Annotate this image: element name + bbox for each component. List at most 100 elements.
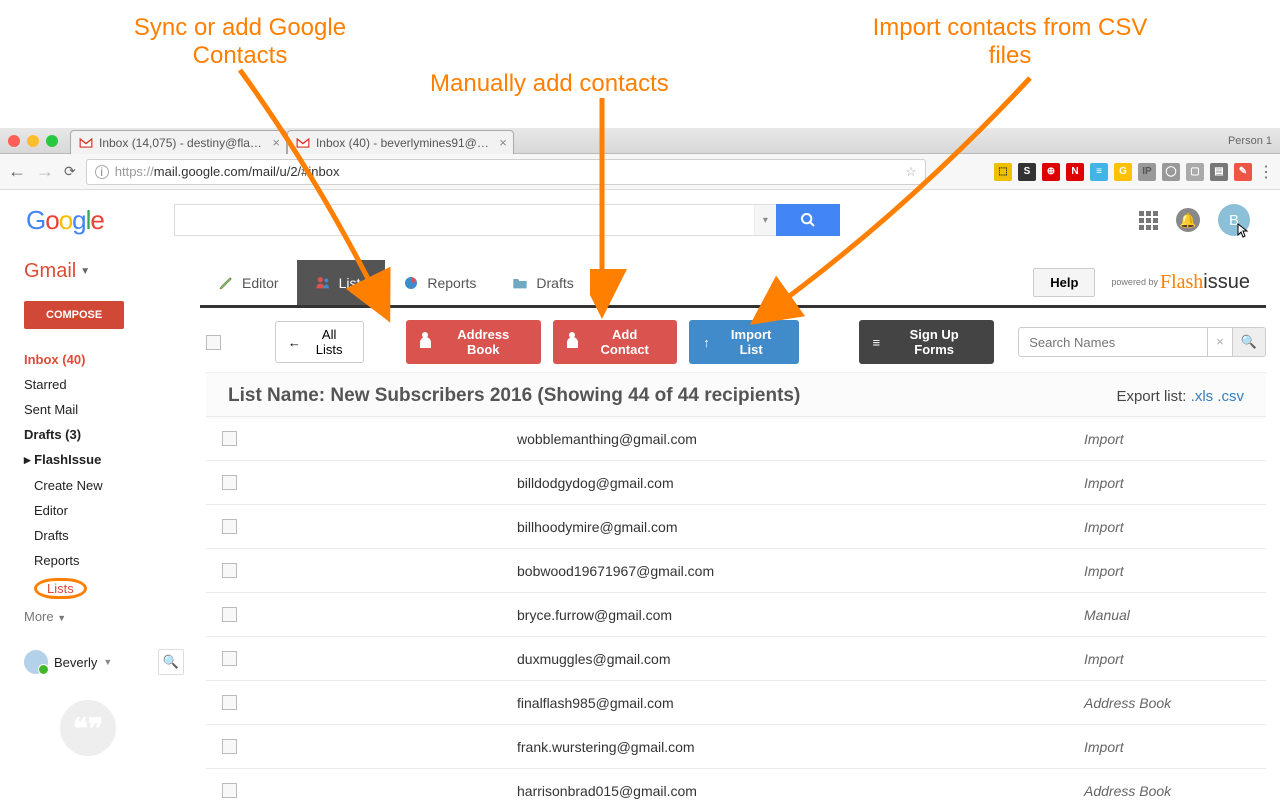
browser-menu-icon[interactable]: ⋮ [1258, 162, 1272, 182]
nav-starred[interactable]: Starred [24, 372, 184, 397]
row-checkbox[interactable] [222, 695, 237, 710]
notifications-icon[interactable]: 🔔 [1176, 208, 1200, 232]
nav-flashissue[interactable]: ▸ FlashIssue [24, 447, 184, 473]
bookmark-icon[interactable]: ☆ [905, 164, 917, 180]
google-header: Google ▾ 🔔 B [0, 190, 1270, 250]
nav-fi-lists[interactable]: Lists [34, 573, 184, 604]
tab-lists[interactable]: Lists [297, 260, 386, 305]
contact-source: Address Book [1084, 695, 1254, 711]
row-checkbox[interactable] [222, 651, 237, 666]
close-icon[interactable]: × [272, 135, 280, 150]
contact-source: Import [1084, 475, 1254, 491]
search-go[interactable]: 🔍 [1233, 327, 1266, 357]
import-list-button[interactable]: ↑Import List [689, 320, 798, 364]
browser-tab-2[interactable]: Inbox (40) - beverlymines91@… × [287, 130, 514, 154]
address-book-button[interactable]: Address Book [406, 320, 541, 364]
google-logo[interactable]: Google [26, 205, 104, 236]
search-clear[interactable]: × [1208, 327, 1233, 357]
compose-button[interactable]: COMPOSE [24, 301, 124, 329]
help-button[interactable]: Help [1033, 268, 1095, 297]
nav-inbox[interactable]: Inbox (40) [24, 347, 184, 372]
nav-fi-drafts[interactable]: Drafts [34, 523, 184, 548]
nav-fi-reports[interactable]: Reports [34, 548, 184, 573]
export-xls[interactable]: .xls [1191, 388, 1214, 405]
contact-row[interactable]: harrisonbrad015@gmail.com Address Book [206, 768, 1266, 812]
hangouts-bubble[interactable]: ❝❞ [60, 700, 116, 756]
row-checkbox[interactable] [222, 519, 237, 534]
contact-row[interactable]: duxmuggles@gmail.com Import [206, 636, 1266, 680]
tab-editor[interactable]: Editor [200, 260, 297, 305]
ext-icon[interactable]: ◯ [1162, 163, 1180, 181]
export-csv[interactable]: .csv [1217, 388, 1244, 405]
ext-icon[interactable]: G [1114, 163, 1132, 181]
all-lists-button[interactable]: ← All Lists [275, 321, 365, 363]
add-contact-button[interactable]: Add Contact [553, 320, 677, 364]
search-names-input[interactable] [1018, 327, 1208, 357]
hangouts-name[interactable]: Beverly [54, 655, 97, 670]
contact-row[interactable]: billdodgydog@gmail.com Import [206, 460, 1266, 504]
contact-row[interactable]: wobblemanthing@gmail.com Import [206, 416, 1266, 460]
hangouts-avatar[interactable] [24, 650, 48, 674]
browser-tab-1[interactable]: Inbox (14,075) - destiny@fla… × [70, 130, 287, 154]
pie-icon [403, 275, 419, 291]
mac-close[interactable] [8, 135, 20, 147]
contact-source: Import [1084, 739, 1254, 755]
mac-minimize[interactable] [27, 135, 39, 147]
ext-icon[interactable]: ✎ [1234, 163, 1252, 181]
contact-row[interactable]: bobwood19671967@gmail.com Import [206, 548, 1266, 592]
tab-strip: Inbox (14,075) - destiny@fla… × Inbox (4… [70, 128, 514, 154]
ext-icon[interactable]: ≡ [1090, 163, 1108, 181]
gmail-search-button[interactable] [776, 204, 840, 236]
ext-icon[interactable]: IP [1138, 163, 1156, 181]
select-all-checkbox[interactable] [206, 335, 221, 350]
account-avatar[interactable]: B [1218, 204, 1250, 236]
url-scheme: https:// [115, 164, 154, 179]
site-info-icon[interactable]: i [95, 165, 109, 179]
tab-drafts[interactable]: Drafts [494, 260, 591, 305]
export-list: Export list: .xls .csv [1116, 388, 1244, 405]
contact-row[interactable]: bryce.furrow@gmail.com Manual [206, 592, 1266, 636]
contact-row[interactable]: finalflash985@gmail.com Address Book [206, 680, 1266, 724]
row-checkbox[interactable] [222, 431, 237, 446]
tab-reports[interactable]: Reports [385, 260, 494, 305]
ext-icon[interactable]: ▤ [1210, 163, 1228, 181]
person-label[interactable]: Person 1 [1228, 135, 1272, 147]
nav-sent[interactable]: Sent Mail [24, 397, 184, 422]
contact-row[interactable]: billhoodymire@gmail.com Import [206, 504, 1266, 548]
contact-email: billdodgydog@gmail.com [517, 475, 1084, 491]
row-checkbox[interactable] [222, 475, 237, 490]
contact-email: bobwood19671967@gmail.com [517, 563, 1084, 579]
back-button[interactable]: ← [8, 161, 26, 182]
contact-row[interactable]: frank.wurstering@gmail.com Import [206, 724, 1266, 768]
tab-title: Inbox (40) - beverlymines91@… [316, 136, 489, 150]
ext-icon[interactable]: ⊕ [1042, 163, 1060, 181]
row-checkbox[interactable] [222, 739, 237, 754]
signup-forms-button[interactable]: ≡Sign Up Forms [859, 320, 995, 364]
ext-icon[interactable]: S [1018, 163, 1036, 181]
apps-icon[interactable] [1139, 211, 1158, 230]
row-checkbox[interactable] [222, 607, 237, 622]
gmail-icon [79, 136, 93, 150]
close-icon[interactable]: × [499, 135, 507, 150]
search-icon [800, 212, 816, 228]
nav-drafts[interactable]: Drafts (3) [24, 422, 184, 447]
tab-title: Inbox (14,075) - destiny@fla… [99, 136, 262, 150]
ext-icon[interactable]: ⬚ [994, 163, 1012, 181]
mac-maximize[interactable] [46, 135, 58, 147]
nav-create-new[interactable]: Create New [34, 473, 184, 498]
ext-icon[interactable]: ▢ [1186, 163, 1204, 181]
hangouts-search[interactable]: 🔍 [158, 649, 184, 675]
contact-email: bryce.furrow@gmail.com [517, 607, 1084, 623]
gmail-dropdown[interactable]: Gmail ▼ [24, 260, 184, 283]
nav-more[interactable]: More ▼ [24, 604, 184, 629]
reload-button[interactable]: ⟳ [64, 163, 76, 180]
row-checkbox[interactable] [222, 783, 237, 798]
url-input[interactable]: i https://mail.google.com/mail/u/2/#inbo… [86, 159, 926, 185]
ext-icon[interactable]: N [1066, 163, 1084, 181]
search-options-toggle[interactable]: ▾ [754, 204, 776, 236]
forward-button[interactable]: → [36, 161, 54, 182]
row-checkbox[interactable] [222, 563, 237, 578]
nav-fi-editor[interactable]: Editor [34, 498, 184, 523]
gmail-search-input[interactable] [174, 204, 754, 236]
extension-icons: ⬚ S ⊕ N ≡ G IP ◯ ▢ ▤ ✎ ⋮ [994, 162, 1272, 182]
